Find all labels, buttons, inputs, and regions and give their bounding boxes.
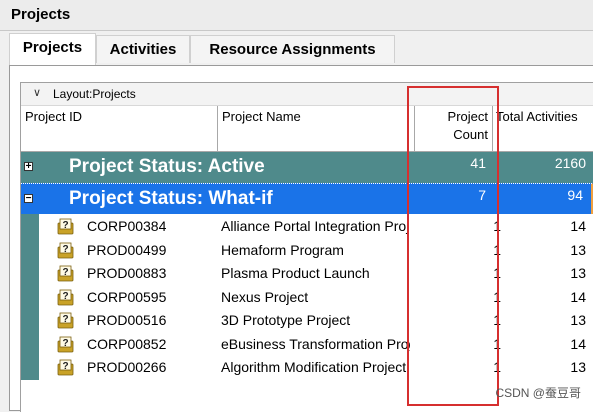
expand-icon[interactable]: + [24, 162, 33, 172]
svg-text:?: ? [62, 220, 68, 231]
project-name: Hemaform Program [221, 241, 344, 258]
project-name: Nexus Project [221, 288, 309, 305]
total-activities: 13 [570, 265, 586, 281]
group-project-count: 41 [470, 155, 486, 171]
project-name: eBusiness Transformation Prog [221, 335, 410, 352]
table-row[interactable]: ? PROD00499 Hemaform Program 1 13 [39, 239, 593, 262]
project-count: 1 [493, 218, 501, 234]
project-name: Alliance Portal Integration Proj [221, 218, 410, 234]
group-label: Project Status: What-if [69, 188, 273, 209]
group-row-active[interactable]: + Project Status: Active 41 2160 [21, 152, 593, 183]
project-name: Algorithm Modification Project [221, 359, 407, 375]
group-row-what-if[interactable]: − Project Status: What-if 7 94 [21, 183, 593, 214]
table-row[interactable]: ? CORP00384 Alliance Portal Integration Pr… [39, 215, 593, 238]
table-row[interactable]: ? CORP00595 Nexus Project 1 14 [39, 286, 593, 309]
collapse-icon[interactable]: − [24, 194, 33, 204]
project-count: 1 [493, 265, 501, 281]
tab-projects[interactable]: Projects [9, 33, 96, 65]
project-count: 1 [493, 241, 501, 258]
group-total-activities: 94 [567, 187, 583, 203]
layout-label: Layout:Projects [53, 87, 136, 101]
column-header-project-id[interactable]: Project ID [21, 106, 218, 152]
svg-text:?: ? [62, 291, 68, 302]
project-name: 3D Prototype Project [221, 312, 351, 328]
total-activities: 13 [570, 241, 586, 258]
total-activities: 13 [570, 312, 586, 328]
svg-text:?: ? [62, 267, 68, 278]
svg-text:?: ? [62, 361, 68, 372]
tab-resource-assignments[interactable]: Resource Assignments [190, 35, 395, 63]
table-row[interactable]: ? PROD00516 3D Prototype Project 1 13 [39, 309, 593, 332]
group-indent-strip [21, 214, 39, 380]
project-id: PROD00883 [87, 265, 167, 281]
what-if-project-icon: ? [56, 241, 75, 259]
what-if-project-icon: ? [56, 335, 75, 353]
column-header-total-activities[interactable]: Total Activities [493, 106, 593, 152]
tab-strip: Projects Activities Resource Assignments [0, 31, 593, 65]
total-activities: 14 [570, 335, 586, 352]
table-row[interactable]: ? PROD00883 Plasma Product Launch 1 13 [39, 262, 593, 285]
layout-bar[interactable]: ∨ Layout:Projects [21, 83, 593, 106]
svg-text:?: ? [62, 244, 68, 255]
group-total-activities: 2160 [554, 155, 586, 171]
column-header-project-name[interactable]: Project Name [218, 106, 415, 152]
total-activities: 14 [570, 288, 586, 305]
window-title: Projects [11, 6, 71, 23]
what-if-project-icon: ? [56, 311, 75, 329]
project-count: 1 [493, 359, 501, 375]
projects-grid: ∨ Layout:Projects Project ID Project Nam… [20, 82, 593, 412]
project-count: 1 [493, 335, 501, 352]
project-id: CORP00384 [87, 218, 167, 234]
project-id: PROD00266 [87, 359, 167, 375]
svg-text:?: ? [62, 314, 68, 325]
tab-activities[interactable]: Activities [96, 35, 190, 63]
what-if-project-icon: ? [56, 288, 75, 306]
project-id: PROD00516 [87, 312, 167, 328]
total-activities: 13 [570, 359, 586, 375]
project-id: CORP00595 [87, 288, 167, 305]
table-row[interactable]: ? PROD00266 Algorithm Modification Project… [39, 356, 593, 379]
what-if-project-icon: ? [56, 264, 75, 282]
chevron-down-icon[interactable]: ∨ [33, 86, 41, 99]
title-bar: Projects [0, 0, 593, 31]
what-if-project-icon: ? [56, 217, 75, 235]
group-label: Project Status: Active [69, 156, 265, 177]
what-if-project-icon: ? [56, 358, 75, 376]
total-activities: 14 [570, 218, 586, 234]
group-project-count: 7 [478, 187, 486, 203]
project-count: 1 [493, 312, 501, 328]
project-id: PROD00499 [87, 241, 167, 258]
project-count: 1 [493, 288, 501, 305]
column-header-project-count[interactable]: Project Count [415, 106, 493, 152]
project-id: CORP00852 [87, 335, 167, 352]
table-row[interactable]: ? CORP00852 eBusiness Transformation Prog 1… [39, 333, 593, 356]
watermark: CSDN @蚕豆哥 [495, 386, 581, 400]
svg-text:?: ? [62, 338, 68, 349]
project-name: Plasma Product Launch [221, 265, 370, 281]
